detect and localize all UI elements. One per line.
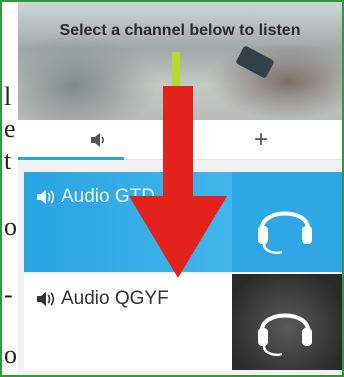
headphones-icon (258, 211, 312, 254)
background-text-fragment: o (4, 212, 17, 241)
background-text-fragment: l (4, 82, 12, 111)
headphones-icon (258, 313, 312, 356)
speaker-icon (37, 292, 55, 306)
channel-thumbnail (232, 274, 342, 370)
banner-title: Select a channel below to listen (59, 22, 301, 39)
background-text-fragment: o (4, 340, 17, 369)
tab-add[interactable]: + (180, 120, 342, 160)
header-banner: Select a channel below to listen (18, 2, 342, 120)
background-page-strip: l e t o - o (2, 2, 18, 375)
app-frame: l e t o - o Select a channel below to li… (0, 0, 344, 377)
tab-channels[interactable] (18, 120, 180, 160)
speaker-icon (91, 133, 104, 147)
background-text-fragment: - (4, 280, 13, 309)
channel-label: Audio QGYF (61, 288, 169, 309)
channel-panel: Select a channel below to listen + Audio… (18, 2, 342, 375)
channel-item-audio-gtd[interactable]: Audio GTD (24, 172, 342, 272)
channel-thumbnail (232, 172, 342, 272)
channel-item-audio-qgyf[interactable]: Audio QGYF (24, 274, 342, 370)
speaker-icon (37, 190, 55, 204)
background-text-fragment: e (4, 114, 16, 143)
channel-label: Audio GTD (61, 186, 155, 207)
background-text-fragment: t (4, 146, 12, 175)
tab-bar: + (18, 120, 342, 160)
